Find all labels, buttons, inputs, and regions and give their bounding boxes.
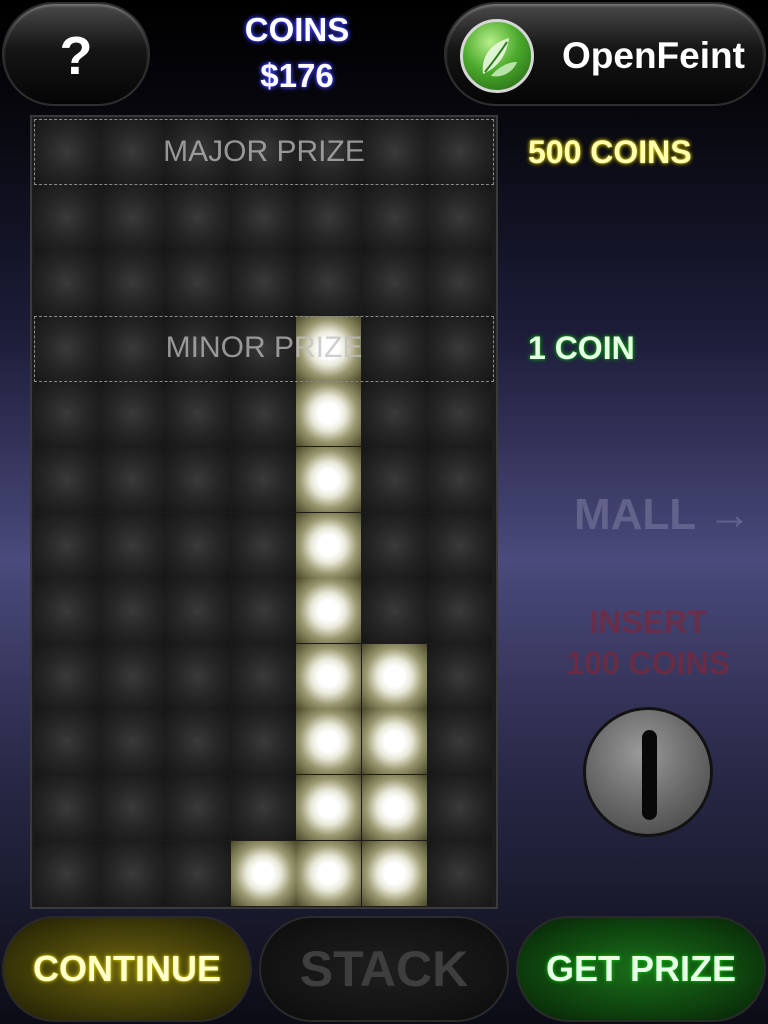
board-cell bbox=[165, 709, 230, 775]
lit-cell bbox=[296, 840, 361, 906]
board-cell bbox=[361, 578, 427, 644]
board-cell bbox=[34, 250, 99, 316]
board-cell bbox=[99, 578, 165, 644]
lit-cell bbox=[296, 447, 361, 512]
coin-slot-icon bbox=[642, 730, 657, 820]
board-cell bbox=[34, 447, 99, 512]
openfeint-label: OpenFeint bbox=[562, 35, 745, 76]
board-cell bbox=[361, 512, 427, 578]
board-cell bbox=[165, 512, 230, 578]
minor-prize-label: MINOR PRIZE bbox=[165, 331, 363, 364]
board-cell bbox=[427, 512, 492, 578]
board-cell bbox=[165, 381, 230, 447]
lit-cell bbox=[296, 775, 361, 840]
board-cell bbox=[361, 250, 427, 316]
board-cell bbox=[427, 250, 492, 316]
lit-cell bbox=[296, 512, 361, 578]
board-cell bbox=[427, 578, 492, 644]
board-cell bbox=[34, 775, 99, 840]
board-cell bbox=[230, 184, 296, 250]
board-cell bbox=[427, 709, 492, 775]
board-cell bbox=[230, 643, 296, 709]
board-cell bbox=[99, 184, 165, 250]
board-cell bbox=[34, 381, 99, 447]
stacker-board bbox=[30, 115, 498, 909]
board-cell bbox=[427, 775, 492, 840]
board-cell bbox=[165, 250, 230, 316]
board-cell bbox=[230, 447, 296, 512]
board-cell bbox=[99, 250, 165, 316]
board-cell bbox=[34, 840, 99, 906]
lit-cell bbox=[296, 578, 361, 644]
mall-link[interactable]: MALL → bbox=[574, 490, 752, 540]
leaf-icon bbox=[460, 19, 534, 93]
help-button[interactable]: ? bbox=[2, 2, 150, 106]
board-cell bbox=[99, 775, 165, 840]
board-cell bbox=[165, 775, 230, 840]
insert-coins-line2: 100 COINS bbox=[566, 645, 730, 681]
board-cell bbox=[34, 512, 99, 578]
board-cell bbox=[296, 250, 361, 316]
board-cell bbox=[165, 643, 230, 709]
board-cell bbox=[361, 184, 427, 250]
lit-cell bbox=[296, 381, 361, 447]
board-cell bbox=[361, 447, 427, 512]
get-prize-button[interactable]: GET PRIZE bbox=[516, 916, 766, 1022]
openfeint-button[interactable]: OpenFeint bbox=[444, 2, 766, 106]
board-cell bbox=[34, 184, 99, 250]
board-cell bbox=[165, 578, 230, 644]
major-prize-label: MAJOR PRIZE bbox=[163, 135, 365, 168]
lit-cell bbox=[361, 709, 427, 775]
board-cell bbox=[34, 643, 99, 709]
board-cell bbox=[230, 709, 296, 775]
lit-cell bbox=[296, 709, 361, 775]
major-prize-value: 500 COINS bbox=[528, 134, 692, 170]
board-cell bbox=[99, 381, 165, 447]
board-cell bbox=[427, 381, 492, 447]
lit-cell bbox=[296, 643, 361, 709]
board-cell bbox=[230, 775, 296, 840]
coins-label: COINS bbox=[244, 11, 350, 48]
lit-cell bbox=[361, 775, 427, 840]
board-cell bbox=[427, 447, 492, 512]
coin-slot-button[interactable] bbox=[583, 707, 713, 837]
board-cell bbox=[230, 250, 296, 316]
board-cell bbox=[361, 381, 427, 447]
board-cell bbox=[34, 578, 99, 644]
board-cell bbox=[34, 709, 99, 775]
board-cell bbox=[99, 447, 165, 512]
board-cell bbox=[99, 512, 165, 578]
board-cell bbox=[427, 184, 492, 250]
board-cell bbox=[165, 840, 230, 906]
board-cell bbox=[99, 709, 165, 775]
board-cell bbox=[99, 840, 165, 906]
board-cell bbox=[230, 512, 296, 578]
board-cell bbox=[427, 643, 492, 709]
board-cell bbox=[99, 643, 165, 709]
question-icon: ? bbox=[59, 26, 93, 86]
stack-button[interactable]: STACK bbox=[259, 916, 509, 1022]
lit-cell bbox=[361, 840, 427, 906]
board-cell bbox=[427, 840, 492, 906]
board-cell bbox=[230, 381, 296, 447]
board-cell bbox=[165, 184, 230, 250]
lit-cell bbox=[361, 643, 427, 709]
board-cell bbox=[296, 184, 361, 250]
board-cell bbox=[230, 578, 296, 644]
board-cell bbox=[165, 447, 230, 512]
minor-prize-value: 1 COIN bbox=[528, 330, 635, 366]
insert-coins-line1: INSERT bbox=[589, 604, 707, 640]
coins-balance: $176 bbox=[260, 57, 334, 94]
lit-cell bbox=[230, 840, 296, 906]
continue-button[interactable]: CONTINUE bbox=[2, 916, 252, 1022]
